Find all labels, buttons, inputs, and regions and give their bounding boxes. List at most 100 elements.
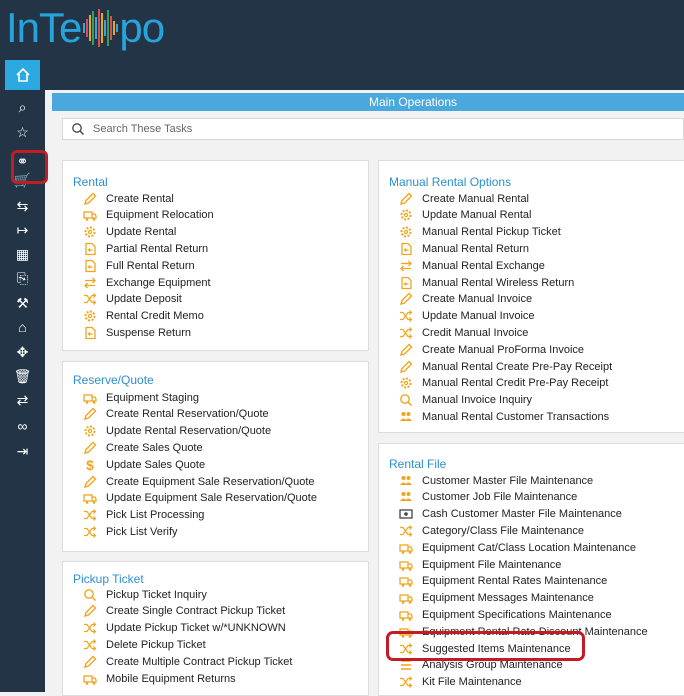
document-search-icon[interactable]: ⎘	[0, 266, 45, 290]
task-label: Create Multiple Contract Pickup Ticket	[106, 655, 293, 668]
search-icon	[83, 588, 97, 602]
task-label: Manual Rental Customer Transactions	[422, 410, 610, 423]
return-doc-icon	[83, 259, 97, 273]
return-icon[interactable]: ⇆	[0, 194, 45, 218]
task-item[interactable]: Update Manual Invoice	[399, 308, 535, 325]
task-item[interactable]: Manual Invoice Inquiry	[399, 392, 532, 409]
logo-bar	[112, 21, 115, 35]
panel-title-manual: Manual Rental Options	[389, 175, 512, 189]
gear-icon	[83, 225, 97, 239]
task-item[interactable]: Create Sales Quote	[83, 439, 203, 456]
task-item[interactable]: Pick List Verify	[83, 523, 178, 540]
task-item[interactable]: Create Manual Rental	[399, 190, 529, 207]
task-item[interactable]: Equipment Staging	[83, 389, 199, 406]
move-icon[interactable]: ✥	[0, 340, 45, 364]
task-item[interactable]: Update Rental Reservation/Quote	[83, 423, 271, 440]
task-item[interactable]: Mobile Equipment Returns	[83, 670, 236, 687]
task-item[interactable]: Manual Rental Customer Transactions	[399, 408, 609, 425]
logo-text-left: InTe	[6, 4, 82, 51]
task-item[interactable]: Customer Job File Maintenance	[399, 489, 577, 506]
task-item[interactable]: Manual Rental Pickup Ticket	[399, 224, 561, 241]
return-doc-icon	[399, 242, 413, 256]
truck-icon	[399, 574, 413, 588]
pencil-icon	[399, 292, 413, 306]
task-item[interactable]: Full Rental Return	[83, 257, 195, 274]
logo-waveform-icon	[82, 8, 118, 48]
task-item[interactable]: Manual Rental Return	[399, 240, 529, 257]
task-item[interactable]: Create Equipment Sale Reservation/Quote	[83, 473, 315, 490]
calculator-icon[interactable]: ▦	[0, 242, 45, 266]
truck-icon	[399, 608, 413, 622]
task-item[interactable]: Suspense Return	[83, 324, 191, 341]
home-icon[interactable]	[5, 60, 40, 90]
panel-reserve-quote: Reserve/Quote Equipment Staging Create Re…	[62, 361, 369, 552]
task-item[interactable]: Kit File Maintenance	[399, 674, 522, 691]
logout-icon[interactable]: ⇥	[0, 439, 45, 463]
task-item[interactable]: Create Manual ProForma Invoice	[399, 341, 584, 358]
task-item[interactable]: Equipment Messages Maintenance	[399, 590, 594, 607]
task-item[interactable]: Create Multiple Contract Pickup Ticket	[83, 653, 292, 670]
task-item[interactable]: Update Pickup Ticket w/*UNKNOWN	[83, 620, 286, 637]
pencil-icon	[399, 192, 413, 206]
task-label: Delete Pickup Ticket	[106, 638, 206, 651]
glasses-icon[interactable]: ∞	[0, 414, 45, 438]
people-icon	[399, 410, 413, 424]
task-item[interactable]: Equipment File Maintenance	[399, 556, 561, 573]
task-item[interactable]: Equipment Specifications Maintenance	[399, 606, 612, 623]
task-item[interactable]: Partial Rental Return	[83, 240, 208, 257]
task-item[interactable]: Rental Credit Memo	[83, 308, 204, 325]
task-item[interactable]: Update Equipment Sale Reservation/Quote	[83, 490, 317, 507]
task-item[interactable]: Create Manual Invoice	[399, 291, 532, 308]
task-item[interactable]: Customer Master File Maintenance	[399, 472, 593, 489]
trash-icon[interactable]: 🗑	[0, 364, 45, 388]
forward-icon[interactable]: ↦	[0, 218, 45, 242]
task-item[interactable]: Update Manual Rental	[399, 207, 531, 224]
task-item[interactable]: Equipment Relocation	[83, 207, 214, 224]
task-item[interactable]: Cash Customer Master File Maintenance	[399, 506, 622, 523]
task-label: Equipment Relocation	[106, 209, 214, 222]
task-item[interactable]: Equipment Cat/Class Location Maintenance	[399, 539, 636, 556]
task-label: Cash Customer Master File Maintenance	[422, 508, 622, 521]
task-item[interactable]: Create Rental Reservation/Quote	[83, 406, 269, 423]
task-label: Equipment Cat/Class Location Maintenance	[422, 541, 637, 554]
task-label: Customer Job File Maintenance	[422, 491, 578, 504]
star-icon[interactable]: ☆	[0, 120, 45, 144]
task-item[interactable]: Manual Rental Exchange	[399, 257, 545, 274]
task-label: Create Rental Reservation/Quote	[106, 408, 269, 421]
task-item[interactable]: Manual Rental Wireless Return	[399, 274, 574, 291]
task-label: Create Manual Invoice	[422, 293, 533, 306]
task-label: Manual Rental Wireless Return	[422, 276, 575, 289]
task-label: Exchange Equipment	[106, 276, 211, 289]
search-icon[interactable]: ⌕	[0, 95, 45, 119]
truck-icon	[399, 541, 413, 555]
transfer-icon[interactable]: ⇄	[0, 388, 45, 412]
wrench-icon[interactable]: ⚒	[0, 291, 45, 315]
task-item[interactable]: Pick List Processing	[83, 507, 204, 524]
task-item[interactable]: Category/Class File Maintenance	[399, 522, 584, 539]
task-item[interactable]: Equipment Rental Rates Maintenance	[399, 573, 607, 590]
task-item[interactable]: Manual Rental Credit Pre-Pay Receipt	[399, 375, 608, 392]
task-item[interactable]: Create Rental	[83, 190, 174, 207]
task-item[interactable]: Update Rental	[83, 224, 176, 241]
task-item[interactable]: Exchange Equipment	[83, 274, 211, 291]
task-item[interactable]: Create Single Contract Pickup Ticket	[83, 603, 285, 620]
task-item[interactable]: Pickup Ticket Inquiry	[83, 586, 207, 603]
task-item[interactable]: Update Deposit	[83, 291, 182, 308]
task-item[interactable]: Manual Rental Create Pre-Pay Receipt	[399, 358, 612, 375]
task-item[interactable]: $ Update Sales Quote	[83, 456, 205, 473]
search-placeholder: Search These Tasks	[93, 123, 193, 135]
task-item[interactable]: Delete Pickup Ticket	[83, 636, 206, 653]
pencil-icon	[83, 475, 97, 489]
lock-icon[interactable]: ⌂	[0, 315, 45, 339]
return-doc-icon	[83, 326, 97, 340]
logo-bar	[94, 17, 97, 39]
logo-bar	[85, 19, 88, 37]
task-label: Analysis Group Maintenance	[422, 659, 563, 672]
suggested-items-highlight	[386, 631, 585, 661]
task-label: Manual Rental Create Pre-Pay Receipt	[422, 360, 613, 373]
exchange-icon	[399, 259, 413, 273]
task-label: Update Pickup Ticket w/*UNKNOWN	[106, 622, 286, 635]
task-item[interactable]: Credit Manual Invoice	[399, 324, 528, 341]
task-label: Customer Master File Maintenance	[422, 474, 594, 487]
search-input[interactable]: Search These Tasks	[62, 118, 684, 140]
